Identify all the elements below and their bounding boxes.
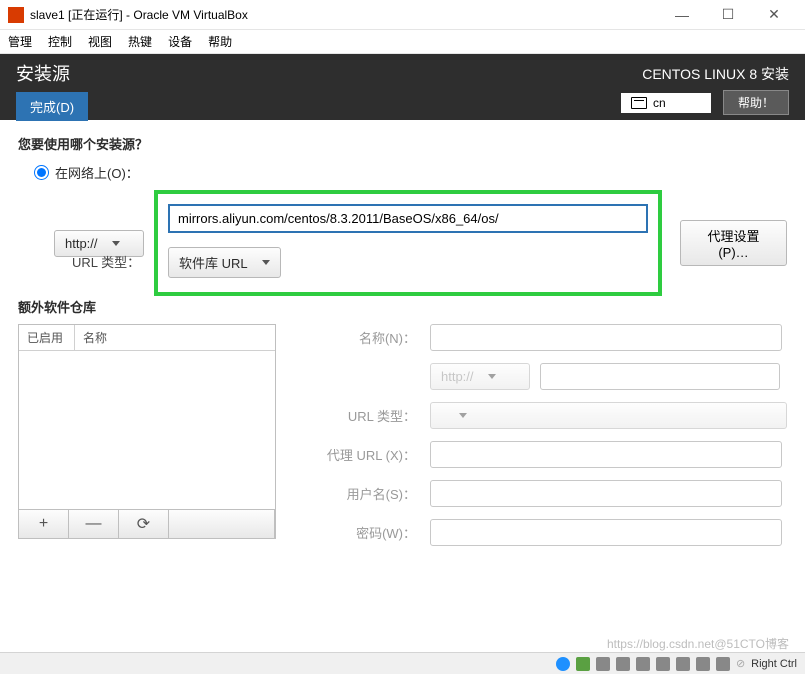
status-icon-disc <box>556 657 570 671</box>
chevron-down-icon <box>488 374 496 379</box>
repo-proxy-input[interactable] <box>430 441 782 468</box>
help-button[interactable]: 帮助！ <box>723 90 789 115</box>
list-header-name: 名称 <box>75 325 115 350</box>
status-icon-network <box>656 657 670 671</box>
radio-on-network-label: 在网络上(O)： <box>55 163 139 182</box>
page-header: 安装源 完成(D) CENTOS LINUX 8 安装 cn 帮助！ <box>0 54 805 120</box>
keyboard-layout-indicator[interactable]: cn <box>621 93 711 113</box>
minimize-button[interactable]: — <box>659 0 705 30</box>
repo-url-type-dropdown-label <box>441 408 445 423</box>
repo-name-input[interactable] <box>430 324 782 351</box>
keyboard-icon <box>631 97 647 109</box>
status-icon-shared <box>696 657 710 671</box>
repo-password-label: 密码(W)： <box>296 523 416 542</box>
list-header-enabled: 已启用 <box>19 325 75 350</box>
menubar: 管理 控制 视图 热键 设备 帮助 <box>0 30 805 54</box>
highlight-annotation: 软件库 URL <box>154 190 662 296</box>
close-button[interactable]: ✕ <box>751 0 797 30</box>
url-type-dropdown[interactable]: 软件库 URL <box>168 247 281 278</box>
repo-user-label: 用户名(S)： <box>296 484 416 503</box>
repo-url-input[interactable] <box>540 363 780 390</box>
radio-on-network-input[interactable] <box>34 165 49 180</box>
window-titlebar: slave1 [正在运行] - Oracle VM VirtualBox — ☐… <box>0 0 805 30</box>
menu-help[interactable]: 帮助 <box>208 33 232 50</box>
remove-repo-button[interactable]: — <box>69 510 119 538</box>
menu-view[interactable]: 视图 <box>88 33 112 50</box>
menu-control[interactable]: 控制 <box>48 33 72 50</box>
chevron-down-icon <box>112 241 120 246</box>
extra-repo-title: 额外软件仓库 <box>18 297 787 316</box>
status-separator: ⊘ <box>736 657 745 670</box>
radio-on-network[interactable]: 在网络上(O)： <box>34 163 787 182</box>
repo-proxy-label: 代理 URL (X)： <box>296 445 416 464</box>
repo-listbox[interactable]: 已启用 名称 <box>18 324 276 510</box>
host-key-label: Right Ctrl <box>751 658 797 670</box>
protocol-dropdown-label: http:// <box>65 236 98 251</box>
keyboard-layout-label: cn <box>653 96 666 110</box>
status-icon-optical <box>616 657 630 671</box>
vm-statusbar: ⊘ Right Ctrl <box>0 652 805 674</box>
menu-devices[interactable]: 设备 <box>168 33 192 50</box>
repo-protocol-dropdown-label: http:// <box>441 369 474 384</box>
virtualbox-icon <box>8 7 24 23</box>
repo-url-type-dropdown <box>430 402 787 429</box>
install-title: CENTOS LINUX 8 安装 <box>621 64 789 84</box>
menu-manage[interactable]: 管理 <box>8 33 32 50</box>
toolbar-spacer <box>169 510 275 538</box>
status-icon-hdd <box>596 657 610 671</box>
menu-hotkeys[interactable]: 热键 <box>128 33 152 50</box>
status-icon-recording <box>716 657 730 671</box>
watermark-text: https://blog.csdn.net@51CTO博客 <box>607 635 789 652</box>
url-type-dropdown-label: 软件库 URL <box>179 253 248 272</box>
done-button[interactable]: 完成(D) <box>16 92 88 121</box>
repo-password-input[interactable] <box>430 519 782 546</box>
maximize-button[interactable]: ☐ <box>705 0 751 30</box>
repo-protocol-dropdown: http:// <box>430 363 530 390</box>
status-icon-display <box>576 657 590 671</box>
refresh-repo-button[interactable]: ⟳ <box>119 510 169 538</box>
window-title: slave1 [正在运行] - Oracle VM VirtualBox <box>30 6 659 23</box>
question-label: 您要使用哪个安装源？ <box>18 134 787 153</box>
add-repo-button[interactable]: + <box>19 510 69 538</box>
url-input[interactable] <box>168 204 648 233</box>
repo-url-type-label: URL 类型： <box>296 406 416 425</box>
chevron-down-icon <box>262 260 270 265</box>
url-type-label: URL 类型： <box>72 252 140 271</box>
proxy-settings-button[interactable]: 代理设置(P)… <box>680 220 787 266</box>
chevron-down-icon <box>459 413 467 418</box>
repo-name-label: 名称(N)： <box>296 328 416 347</box>
status-icon-audio <box>636 657 650 671</box>
status-icon-usb <box>676 657 690 671</box>
repo-user-input[interactable] <box>430 480 782 507</box>
